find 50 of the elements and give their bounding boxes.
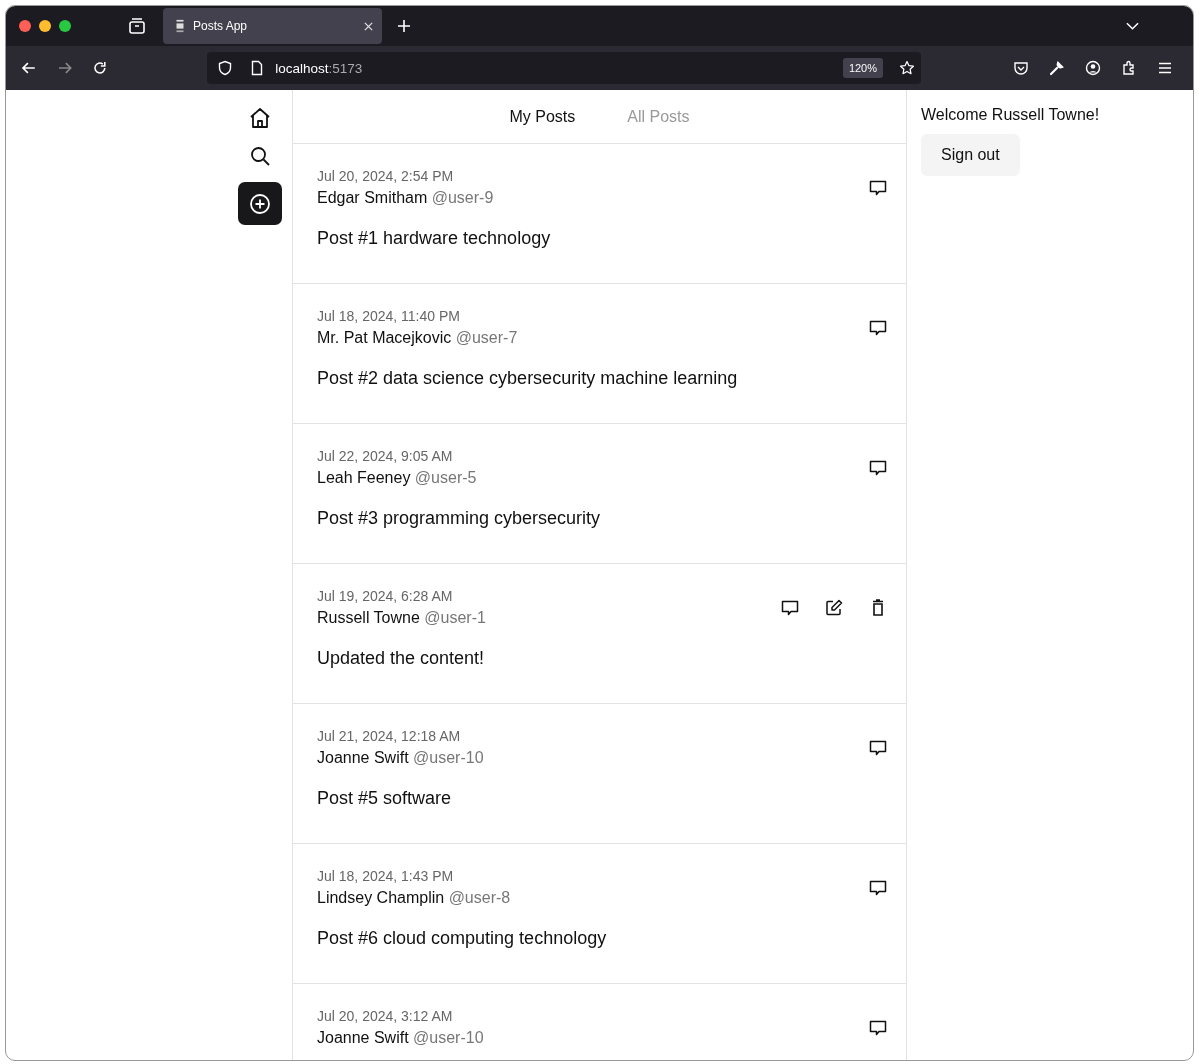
star-icon[interactable] [899,60,915,76]
post-author: Lindsey Champlin @user-8 [317,889,511,907]
sign-out-button[interactable]: Sign out [921,134,1020,176]
url-text: localhost:5173 [275,60,364,76]
post-date: Jul 22, 2024, 9:05 AM [317,448,454,464]
post-author: Edgar Smitham @user-9 [317,189,494,207]
new-tab-icon[interactable] [397,19,411,33]
account-icon[interactable] [1085,60,1101,76]
back-icon[interactable] [21,60,37,76]
maximize-window-button[interactable] [59,20,71,32]
page-favicon-icon [175,19,185,33]
post-date: Jul 19, 2024, 6:28 AM [317,588,454,604]
post-content: Updated the content! [317,648,486,669]
post-author: Russell Towne @user-1 [317,609,486,627]
menu-icon[interactable] [1157,60,1173,76]
post-content: Post #3 programming cybersecurity [317,508,602,529]
post-content: Post #2 data science cybersecurity machine learning [317,368,739,389]
tab-tray-icon[interactable] [128,17,146,35]
tab-title: Posts App [193,19,249,33]
welcome-text: Welcome Russell Towne! [921,106,1100,124]
extensions-icon[interactable] [1121,60,1137,76]
plus-circle-icon [248,191,272,216]
post-content: Post #1 hardware technology [317,228,552,249]
post-date: Jul 18, 2024, 1:43 PM [317,868,455,884]
post-content: Post #5 software [317,788,453,809]
post-author: Mr. Pat Macejkovic @user-7 [317,329,518,347]
home-icon[interactable] [248,106,272,130]
wrench-icon[interactable] [1049,60,1065,76]
search-icon[interactable] [248,144,272,168]
forward-icon[interactable] [56,60,73,76]
browser-tab[interactable]: Posts App [163,8,382,44]
address-bar[interactable]: localhost:5173 120% [207,52,921,84]
post-date: Jul 18, 2024, 11:40 PM [317,308,461,324]
minimize-window-button[interactable] [39,20,51,32]
close-window-button[interactable] [19,20,31,32]
post-author: Joanne Swift @user-10 [317,749,484,767]
post-date: Jul 21, 2024, 12:18 AM [317,728,462,744]
pocket-icon[interactable] [1013,60,1029,76]
tab[interactable]: My Posts [509,107,576,126]
reload-icon[interactable] [92,60,109,76]
post-date: Jul 20, 2024, 3:12 AM [317,1008,454,1024]
shield-icon[interactable] [217,60,234,76]
close-tab-icon[interactable] [363,20,374,32]
post-date: Jul 20, 2024, 2:54 PM [317,168,455,184]
chevron-down-icon[interactable] [1126,22,1139,30]
post-author: Leah Feeney @user-5 [317,469,477,487]
zoom-level-button[interactable]: 120% [842,58,883,78]
post-content: Post #6 cloud computing technology [317,928,608,949]
new-post-button[interactable] [238,182,282,225]
post-author: Joanne Swift @user-10 [317,1029,484,1047]
